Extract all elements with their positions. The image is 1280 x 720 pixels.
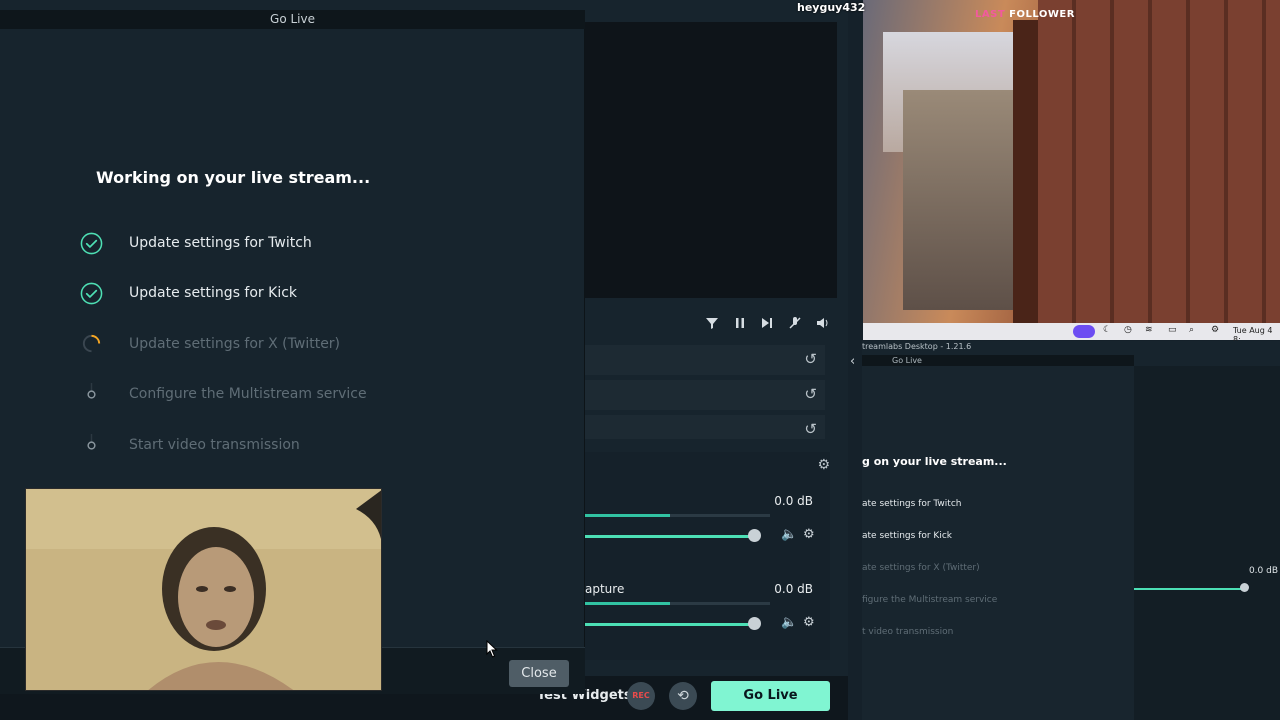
step-kick: Update settings for Kick [80, 282, 480, 306]
source-row[interactable]: ↺ [585, 415, 825, 439]
step-label: Update settings for X (Twitter) [129, 336, 341, 352]
workspace-indicator [1073, 325, 1095, 338]
wifi-icon: ≋ [1145, 325, 1153, 335]
close-button[interactable]: Close [509, 660, 569, 687]
go-live-button[interactable]: Go Live [711, 681, 830, 711]
editor-preview [585, 22, 837, 298]
replay-icon[interactable]: ⟲ [669, 682, 697, 710]
streamer-username: heyguy432 [797, 1, 866, 14]
pending-dot-icon [87, 434, 96, 450]
spinner-icon [82, 334, 101, 353]
os-taskbar: ☾ ◷ ≋ ▭ ⌕ ⚙ Tue Aug 4 8: [863, 323, 1280, 344]
nested-capture: treamlabs Desktop - 1.21.6 Go Live g on … [862, 341, 1280, 720]
step-label: Update settings for Kick [129, 285, 298, 301]
level-meter [585, 514, 770, 517]
cursor-icon [486, 640, 498, 658]
pending-dot-icon [87, 383, 96, 399]
mute-icon[interactable]: 🔈 [781, 527, 797, 542]
channel-level: 0.0 dB [774, 494, 813, 508]
step-twitch: Update settings for Twitch [80, 232, 480, 256]
volume-knob[interactable] [748, 617, 761, 630]
volume-slider[interactable] [585, 535, 755, 538]
gear-icon[interactable]: ⚙ [803, 615, 815, 630]
mic-mute-icon[interactable] [786, 316, 804, 334]
step-label: Update settings for Twitch [129, 235, 312, 251]
mixer-channel: apture 0.0 dB 🔈 ⚙ [585, 582, 825, 652]
volume-knob[interactable] [748, 529, 761, 542]
audio-mixer: ⚙ 0.0 dB 🔈 ⚙ apture 0.0 dB 🔈 ⚙ [585, 452, 830, 660]
source-row[interactable]: ↺ [585, 345, 825, 375]
step-label: Configure the Multistream service [129, 386, 367, 402]
nested-volume-knob [1240, 583, 1249, 592]
nested-heading: g on your live stream... [862, 455, 1007, 468]
nested-level: 0.0 dB [1248, 566, 1278, 576]
search-icon: ⌕ [1189, 325, 1195, 335]
check-circle-icon [80, 232, 103, 255]
sources-toolbar [585, 310, 835, 340]
nested-editor-panel: 0.0 dB [1134, 366, 1280, 720]
step-multistream: Configure the Multistream service [80, 383, 480, 407]
battery-icon: ▭ [1168, 325, 1177, 335]
level-meter [585, 602, 770, 605]
nested-dialog [862, 366, 1134, 720]
gear-icon[interactable]: ⚙ [803, 527, 815, 542]
check-circle-icon [80, 282, 103, 305]
clock-icon: ◷ [1124, 325, 1132, 335]
filter-icon[interactable] [703, 316, 721, 334]
reset-icon[interactable]: ↺ [804, 420, 817, 438]
nested-step: ate settings for X (Twitter) [862, 563, 980, 573]
dialog-heading: Working on your live stream... [96, 168, 371, 187]
record-button[interactable]: REC [627, 682, 655, 710]
game-capture [863, 0, 1280, 340]
webcam-feed [25, 488, 382, 691]
reset-icon[interactable]: ↺ [804, 385, 817, 403]
pause-icon[interactable] [731, 316, 749, 334]
mixer-channel: 0.0 dB 🔈 ⚙ [585, 494, 825, 564]
nested-window-title: treamlabs Desktop - 1.21.6 [862, 342, 972, 351]
source-row[interactable]: ↺ [585, 380, 825, 410]
nested-step: ate settings for Twitch [862, 499, 962, 509]
nested-step: ate settings for Kick [862, 531, 952, 541]
nested-step: figure the Multistream service [862, 595, 998, 605]
skip-icon[interactable] [758, 316, 776, 334]
nested-step: t video transmission [862, 627, 954, 637]
speaker-icon[interactable] [814, 316, 832, 334]
control-center-icon: ⚙ [1211, 325, 1220, 335]
dialog-title: Go Live [0, 10, 585, 29]
gear-icon[interactable]: ⚙ [817, 457, 830, 473]
mute-icon[interactable]: 🔈 [781, 615, 797, 630]
step-transmission: Start video transmission [80, 434, 480, 458]
nested-volume-slider [1134, 588, 1244, 590]
last-follower-widget: LAST FOLLOWER [975, 9, 1075, 20]
channel-name: apture [585, 582, 625, 596]
step-x-twitter: Update settings for X (Twitter) [80, 333, 480, 357]
channel-level: 0.0 dB [774, 582, 813, 596]
chevron-left-icon[interactable]: ‹ [850, 354, 855, 369]
reset-icon[interactable]: ↺ [804, 350, 817, 368]
step-label: Start video transmission [129, 437, 300, 453]
nested-dialog-title: Go Live [862, 355, 1134, 366]
volume-slider[interactable] [585, 623, 755, 626]
moon-icon: ☾ [1103, 325, 1112, 335]
